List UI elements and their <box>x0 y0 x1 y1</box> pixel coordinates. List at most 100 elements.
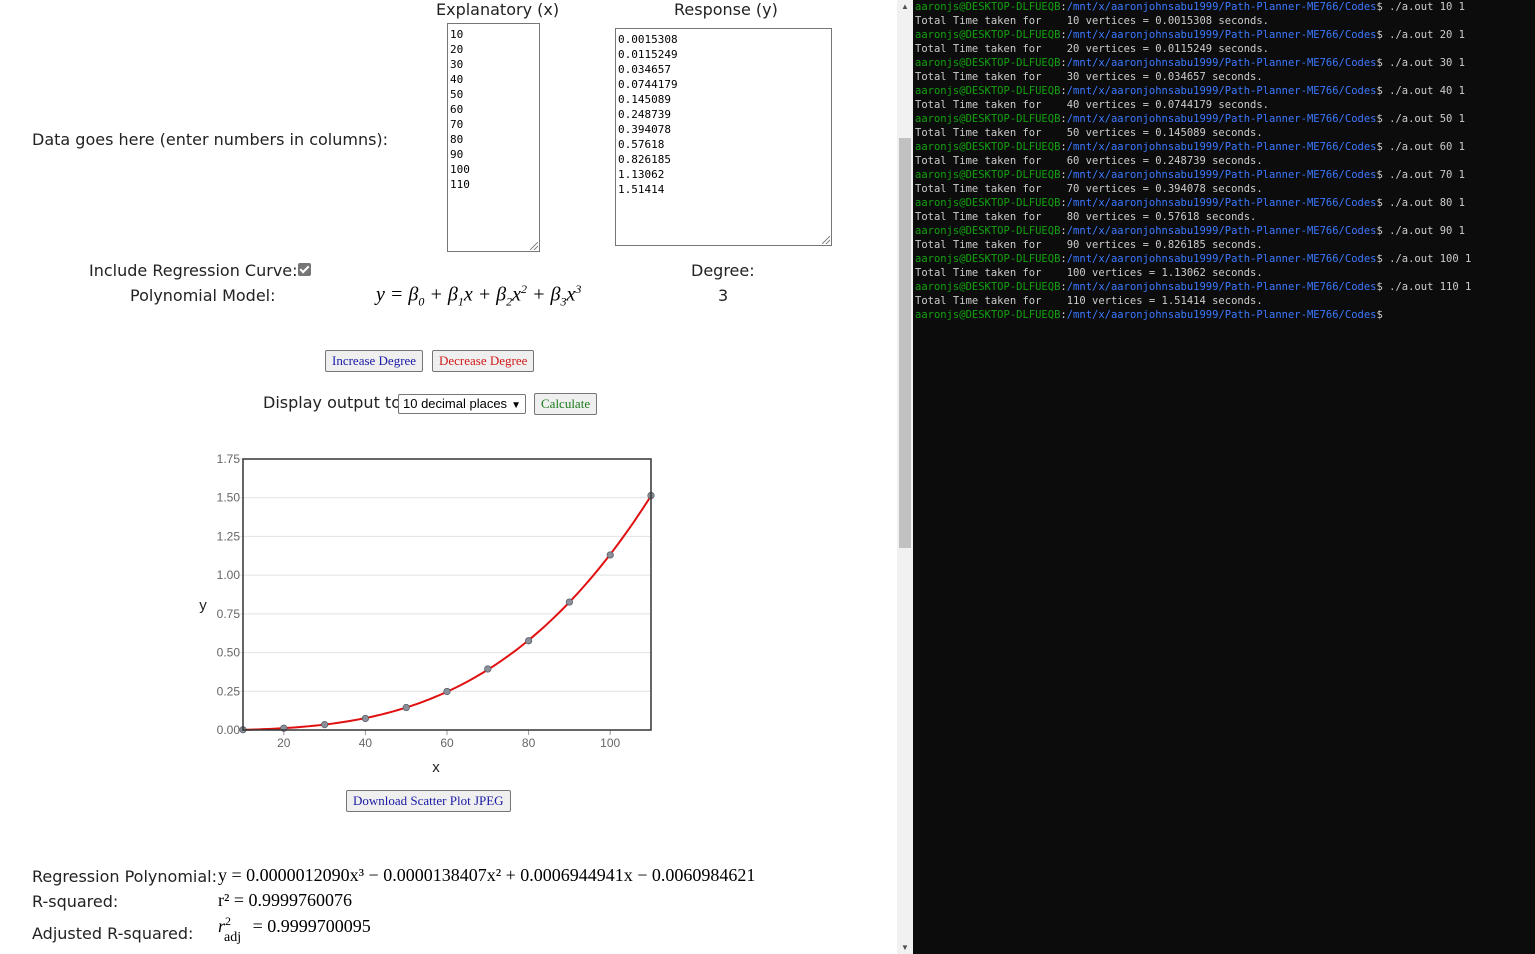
y-tick-label: 1.00 <box>217 568 241 582</box>
adjusted-r-squared-value: = 0.9999700095 <box>252 916 371 936</box>
decrease-degree-button[interactable]: Decrease Degree <box>432 350 535 372</box>
data-point <box>524 637 533 645</box>
terminal-prompt-line: aaronjs@DESKTOP-DLFUEQB:/mnt/x/aaronjohn… <box>915 225 1466 237</box>
data-label: Data goes here (enter numbers in columns… <box>32 130 389 149</box>
terminal-command: $ ./a.out 40 1 <box>1376 85 1466 97</box>
terminal-user: aaronjs@DESKTOP-DLFUEQB <box>915 29 1061 41</box>
terminal-path: /mnt/x/aaronjohnsabu1999/Path-Planner-ME… <box>1066 57 1377 69</box>
scroll-up-icon[interactable]: ▲ <box>897 2 913 11</box>
terminal-output-line: Total Time taken for 80 vertices = 0.576… <box>915 211 1257 223</box>
adjusted-r-squared-formula: r2adj = 0.9999700095 <box>218 914 371 945</box>
data-point <box>565 598 573 606</box>
adjusted-r-squared-label: Adjusted R-squared: <box>32 924 194 943</box>
terminal-prompt-line: aaronjs@DESKTOP-DLFUEQB:/mnt/x/aaronjohn… <box>915 309 1383 321</box>
terminal-prompt-line: aaronjs@DESKTOP-DLFUEQB:/mnt/x/aaronjohn… <box>915 169 1466 181</box>
terminal-output-line: Total Time taken for 10 vertices = 0.001… <box>915 15 1270 27</box>
include-regression-label: Include Regression Curve: <box>89 261 298 280</box>
terminal-output-line: Total Time taken for 90 vertices = 0.826… <box>915 239 1263 251</box>
terminal-prompt-line: aaronjs@DESKTOP-DLFUEQB:/mnt/x/aaronjohn… <box>915 1 1466 13</box>
response-label: Response (y) <box>674 0 778 19</box>
data-point <box>402 703 410 712</box>
resize-grip-icon[interactable] <box>530 242 538 250</box>
polynomial-model-formula: y = β0 + β1x + β2x2 + β3x3 <box>376 282 582 309</box>
data-point <box>443 687 451 696</box>
terminal-command: $ ./a.out 60 1 <box>1376 141 1466 153</box>
x-tick-label: 60 <box>440 736 454 750</box>
terminal-path: /mnt/x/aaronjohnsabu1999/Path-Planner-ME… <box>1066 253 1377 265</box>
degree-label: Degree: <box>691 261 755 280</box>
display-output-label: Display output to <box>263 393 401 412</box>
degree-value: 3 <box>718 286 729 305</box>
terminal-prompt-line: aaronjs@DESKTOP-DLFUEQB:/mnt/x/aaronjohn… <box>915 113 1466 125</box>
terminal-path: /mnt/x/aaronjohnsabu1999/Path-Planner-ME… <box>1066 29 1377 41</box>
response-values: 0.0015308 0.0115249 0.034657 0.0744179 0… <box>618 33 678 196</box>
terminal-output-line: Total Time taken for 20 vertices = 0.011… <box>915 43 1270 55</box>
terminal-path: /mnt/x/aaronjohnsabu1999/Path-Planner-ME… <box>1066 85 1377 97</box>
explanatory-label: Explanatory (x) <box>436 0 560 19</box>
x-tick-label: 100 <box>600 736 620 750</box>
scroll-down-icon[interactable]: ▼ <box>897 943 913 952</box>
response-textarea[interactable]: 0.0015308 0.0115249 0.034657 0.0744179 0… <box>615 28 832 246</box>
include-regression-checkbox[interactable] <box>298 263 311 276</box>
terminal-command: $ ./a.out 100 1 <box>1376 253 1472 265</box>
terminal-user: aaronjs@DESKTOP-DLFUEQB <box>915 113 1061 125</box>
terminal-command: $ ./a.out 80 1 <box>1376 197 1466 209</box>
terminal-prompt-line: aaronjs@DESKTOP-DLFUEQB:/mnt/x/aaronjohn… <box>915 141 1466 153</box>
terminal-path: /mnt/x/aaronjohnsabu1999/Path-Planner-ME… <box>1066 1 1377 13</box>
terminal-user: aaronjs@DESKTOP-DLFUEQB <box>915 197 1061 209</box>
terminal-user: aaronjs@DESKTOP-DLFUEQB <box>915 57 1061 69</box>
y-tick-labels: 0.00 0.25 0.50 0.75 1.00 1.25 1.50 1.75 <box>217 452 241 737</box>
terminal-command: $ ./a.out 110 1 <box>1376 281 1472 293</box>
x-tick-label: 80 <box>522 736 536 750</box>
terminal-user: aaronjs@DESKTOP-DLFUEQB <box>915 141 1061 153</box>
terminal-user: aaronjs@DESKTOP-DLFUEQB <box>915 85 1061 97</box>
terminal-output-line: Total Time taken for 40 vertices = 0.074… <box>915 99 1270 111</box>
terminal-prompt-line: aaronjs@DESKTOP-DLFUEQB:/mnt/x/aaronjohn… <box>915 29 1466 41</box>
terminal-command: $ ./a.out 90 1 <box>1376 225 1466 237</box>
page-scrollbar[interactable]: ▲ ▼ <box>897 0 913 954</box>
download-jpeg-button[interactable]: Download Scatter Plot JPEG <box>346 790 511 812</box>
terminal-path: /mnt/x/aaronjohnsabu1999/Path-Planner-ME… <box>1066 169 1377 181</box>
polynomial-model-label: Polynomial Model: <box>130 286 276 305</box>
terminal-prompt-line: aaronjs@DESKTOP-DLFUEQB:/mnt/x/aaronjohn… <box>915 253 1472 265</box>
terminal-user: aaronjs@DESKTOP-DLFUEQB <box>915 309 1061 321</box>
resize-grip-icon[interactable] <box>822 236 830 244</box>
x-tick-label: 40 <box>359 736 373 750</box>
terminal-path: /mnt/x/aaronjohnsabu1999/Path-Planner-ME… <box>1066 141 1377 153</box>
terminal-prompt-line: aaronjs@DESKTOP-DLFUEQB:/mnt/x/aaronjohn… <box>915 85 1466 97</box>
scatter-plot-chart: 0.00 0.25 0.50 0.75 1.00 1.25 1.50 1.75 20 40 60 8… <box>199 452 655 776</box>
r-squared-value: r² = 0.9999760076 <box>218 890 353 910</box>
terminal-command: $ ./a.out 30 1 <box>1376 57 1466 69</box>
scrollbar-thumb[interactable] <box>899 138 911 548</box>
calculate-button[interactable]: Calculate <box>534 393 598 415</box>
terminal-output-line: Total Time taken for 30 vertices = 0.034… <box>915 71 1263 83</box>
x-tick-labels: 20 40 60 80 100 <box>277 730 621 750</box>
terminal-path: /mnt/x/aaronjohnsabu1999/Path-Planner-ME… <box>1066 197 1377 209</box>
terminal-prompt-line: aaronjs@DESKTOP-DLFUEQB:/mnt/x/aaronjohn… <box>915 197 1466 209</box>
terminal-path: /mnt/x/aaronjohnsabu1999/Path-Planner-ME… <box>1066 225 1377 237</box>
decimal-places-value: 10 decimal places <box>403 396 508 411</box>
decimal-places-select[interactable]: 10 decimal places ▼ <box>398 394 526 414</box>
x-axis-label: x <box>432 759 440 776</box>
r-squared-label: R-squared: <box>32 892 119 911</box>
increase-degree-button[interactable]: Increase Degree <box>325 350 424 372</box>
terminal-command: $ <box>1376 309 1383 321</box>
y-tick-label: 1.50 <box>217 491 241 505</box>
data-point <box>361 714 369 723</box>
y-tick-label: 0.50 <box>217 646 241 660</box>
explanatory-textarea[interactable]: 10 20 30 40 50 60 70 80 90 100 110 <box>447 23 540 252</box>
terminal-command: $ ./a.out 70 1 <box>1376 169 1466 181</box>
y-tick-label: 1.25 <box>217 529 241 543</box>
terminal-user: aaronjs@DESKTOP-DLFUEQB <box>915 1 1061 13</box>
y-tick-label: 0.00 <box>217 723 241 737</box>
data-points <box>239 491 655 734</box>
chevron-down-icon: ▼ <box>511 400 521 411</box>
terminal-user: aaronjs@DESKTOP-DLFUEQB <box>915 169 1061 181</box>
regression-polynomial-label: Regression Polynomial: <box>32 867 217 886</box>
regression-calculator-page: Explanatory (x) Response (y) Data goes h… <box>0 0 897 954</box>
terminal-path: /mnt/x/aaronjohnsabu1999/Path-Planner-ME… <box>1066 309 1377 321</box>
terminal-window[interactable]: aaronjs@DESKTOP-DLFUEQB:/mnt/x/aaronjohn… <box>913 0 1535 954</box>
data-point <box>484 665 492 673</box>
terminal-output-line: Total Time taken for 100 vertices = 1.13… <box>915 267 1263 279</box>
y-axis-label: y <box>199 597 207 614</box>
